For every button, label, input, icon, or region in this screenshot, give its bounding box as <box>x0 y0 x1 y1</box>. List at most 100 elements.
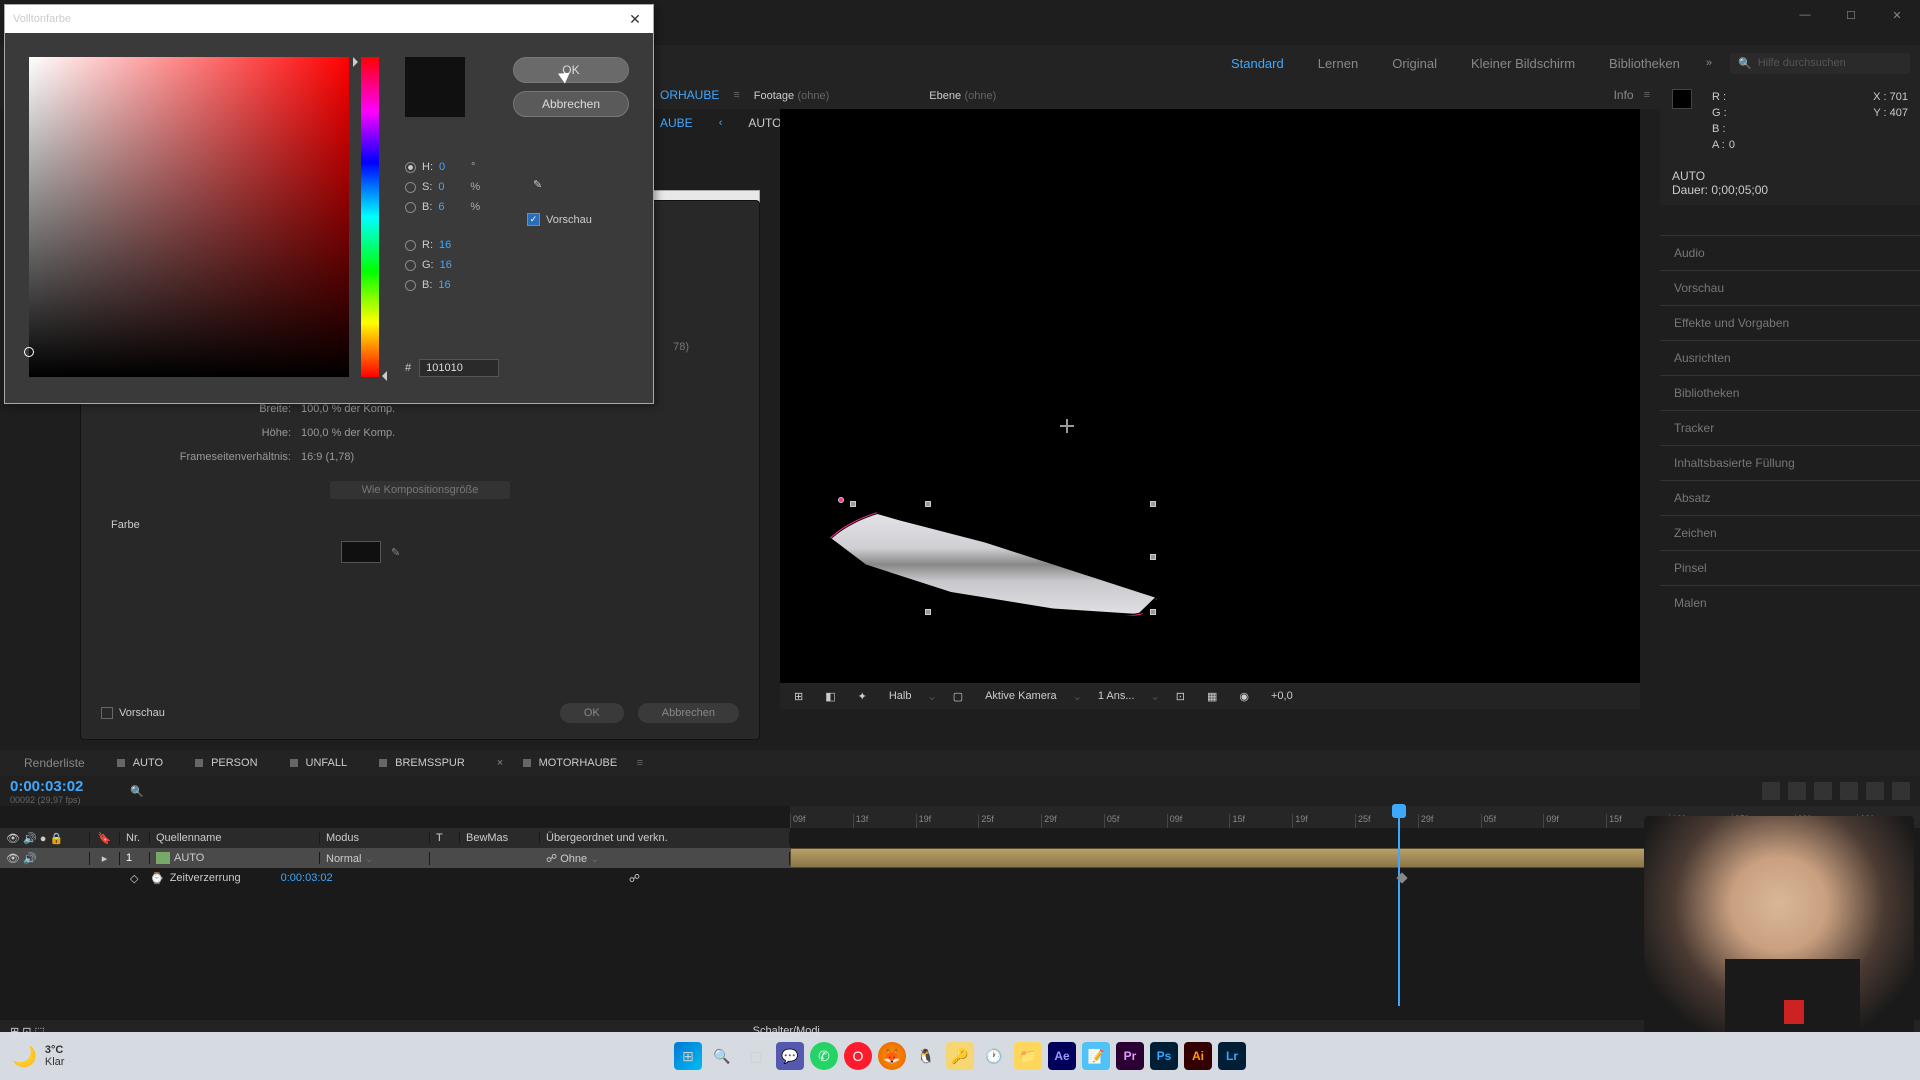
workspace-more-icon[interactable]: » <box>1706 57 1712 69</box>
s-radio[interactable] <box>405 182 416 193</box>
workspace-tab-bibliotheken[interactable]: Bibliotheken <box>1601 52 1688 75</box>
tl-tab-bremsspur[interactable]: BREMSSPUR <box>365 754 479 772</box>
composition-viewer[interactable]: ⊞ ◧ ✦ Halb ⌄ ▢ Aktive Kamera ⌄ 1 Ans... … <box>780 109 1640 709</box>
viewer-tool-icon[interactable]: ⊡ <box>1170 688 1191 705</box>
panel-effekte[interactable]: Effekte und Vorgaben <box>1660 305 1920 340</box>
b2-value[interactable]: 16 <box>438 279 464 291</box>
preview-checkbox[interactable]: Vorschau <box>101 707 165 719</box>
viewer-tool-icon[interactable]: ▦ <box>1201 688 1223 705</box>
viewer-tool-icon[interactable]: ▢ <box>947 688 969 705</box>
panel-malen[interactable]: Malen <box>1660 585 1920 620</box>
vertex-handle[interactable] <box>838 497 844 503</box>
firefox-icon[interactable]: 🦊 <box>878 1042 906 1070</box>
s-value[interactable]: 0 <box>438 181 464 193</box>
whatsapp-icon[interactable]: ✆ <box>810 1042 838 1070</box>
premiere-icon[interactable]: Pr <box>1116 1042 1144 1070</box>
workspace-tab-standard[interactable]: Standard <box>1223 52 1292 75</box>
b2-radio[interactable] <box>405 280 416 291</box>
workspace-tab-lernen[interactable]: Lernen <box>1310 52 1366 75</box>
panel-pinsel[interactable]: Pinsel <box>1660 550 1920 585</box>
app-icon[interactable]: 🐧 <box>912 1042 940 1070</box>
opera-icon[interactable]: O <box>844 1042 872 1070</box>
close-icon[interactable]: ✕ <box>625 9 645 29</box>
panel-bibliotheken[interactable]: Bibliotheken <box>1660 375 1920 410</box>
search-icon[interactable]: 🔍 <box>708 1042 736 1070</box>
g-value[interactable]: 16 <box>440 259 466 271</box>
weather-widget[interactable]: 🌙 3°C Klar <box>12 1044 64 1069</box>
r-value[interactable]: 16 <box>439 239 465 251</box>
b-value[interactable]: 6 <box>438 201 464 213</box>
taskview-icon[interactable]: ▢ <box>742 1042 770 1070</box>
teams-icon[interactable]: 💬 <box>776 1042 804 1070</box>
photoshop-icon[interactable]: Ps <box>1150 1042 1178 1070</box>
bbox-handle[interactable] <box>925 609 931 615</box>
hue-slider[interactable] <box>361 57 379 377</box>
solid-ok-button[interactable]: OK <box>560 703 624 723</box>
bbox-handle[interactable] <box>925 501 931 507</box>
time-remap-value[interactable]: 0:00:03:02 <box>281 872 333 884</box>
clock-icon[interactable]: 🕐 <box>980 1042 1008 1070</box>
panel-absatz[interactable]: Absatz <box>1660 480 1920 515</box>
solid-cancel-button[interactable]: Abbrechen <box>638 703 739 723</box>
help-search[interactable]: 🔍 Hilfe durchsuchen <box>1730 53 1910 74</box>
start-button[interactable]: ⊞ <box>674 1042 702 1070</box>
window-maximize[interactable]: ☐ <box>1828 0 1874 30</box>
timeline-search-icon[interactable]: 🔍 <box>130 785 160 798</box>
viewer-exposure[interactable]: +0,0 <box>1265 688 1299 704</box>
layer-shape[interactable] <box>815 504 1155 614</box>
panel-vorschau[interactable]: Vorschau <box>1660 270 1920 305</box>
solid-color-swatch[interactable] <box>341 541 381 563</box>
g-radio[interactable] <box>405 260 416 271</box>
panel-tracker[interactable]: Tracker <box>1660 410 1920 445</box>
ok-button[interactable]: OK <box>513 57 629 83</box>
layer-row[interactable]: 👁 🔊 ▸ 1 AUTO Normal ⌄ ☍ Ohne ⌄ <box>0 848 790 868</box>
viewer-resolution[interactable]: Halb <box>883 688 918 704</box>
panel-tab-ebene[interactable]: Ebene (ohne) <box>919 84 1006 106</box>
workspace-tab-original[interactable]: Original <box>1384 52 1445 75</box>
viewer-camera[interactable]: Aktive Kamera <box>979 688 1063 704</box>
viewer-views[interactable]: 1 Ans... <box>1092 688 1141 704</box>
app-icon[interactable]: 📝 <box>1082 1042 1110 1070</box>
property-row[interactable]: ◇ ⌚ Zeitverzerrung 0:00:03:02 ☍ <box>0 868 790 888</box>
viewer-tool-icon[interactable]: ◉ <box>1233 688 1255 705</box>
stopwatch-icon[interactable]: ⌚ <box>150 872 164 885</box>
panel-fuellung[interactable]: Inhaltsbasierte Füllung <box>1660 445 1920 480</box>
bbox-handle[interactable] <box>1150 554 1156 560</box>
tl-tab-motorhaube[interactable]: × MOTORHAUBE ≡ <box>483 753 657 773</box>
explorer-icon[interactable]: 📁 <box>1014 1042 1042 1070</box>
window-close[interactable]: ✕ <box>1874 0 1920 30</box>
panel-audio[interactable]: Audio <box>1660 235 1920 270</box>
tl-tool-icon[interactable] <box>1814 782 1832 800</box>
color-cursor[interactable] <box>24 347 34 357</box>
tl-tab-person[interactable]: PERSON <box>181 754 271 772</box>
tl-tool-icon[interactable] <box>1892 782 1910 800</box>
tl-tool-icon[interactable] <box>1788 782 1806 800</box>
current-time[interactable]: 0:00:03:02 00092 (29,97 fps) <box>0 774 130 809</box>
breadcrumb-aube[interactable]: AUBE <box>650 112 703 134</box>
viewer-tool-icon[interactable]: ✦ <box>852 688 873 705</box>
eyedropper-icon[interactable]: ✎ <box>533 178 551 196</box>
hex-input[interactable] <box>419 359 499 377</box>
bbox-handle[interactable] <box>1150 609 1156 615</box>
tl-tool-icon[interactable] <box>1762 782 1780 800</box>
playhead[interactable] <box>1398 806 1400 1006</box>
app-icon[interactable]: 🔑 <box>946 1042 974 1070</box>
preview-checkbox[interactable]: ✓ <box>527 213 540 226</box>
panel-tab-footage[interactable]: Footage (ohne) <box>744 84 840 106</box>
viewer-tool-icon[interactable]: ◧ <box>819 688 841 705</box>
window-minimize[interactable]: — <box>1782 0 1828 30</box>
illustrator-icon[interactable]: Ai <box>1184 1042 1212 1070</box>
panel-ausrichten[interactable]: Ausrichten <box>1660 340 1920 375</box>
comp-size-button[interactable]: Wie Kompositionsgröße <box>330 481 510 499</box>
bbox-handle[interactable] <box>1150 501 1156 507</box>
eyedropper-icon[interactable]: ✎ <box>391 546 400 559</box>
r-radio[interactable] <box>405 240 416 251</box>
viewer-tool-icon[interactable]: ⊞ <box>788 688 809 705</box>
after-effects-icon[interactable]: Ae <box>1048 1042 1076 1070</box>
h-radio[interactable] <box>405 162 416 173</box>
workspace-tab-kleiner[interactable]: Kleiner Bildschirm <box>1463 52 1583 75</box>
dialog-titlebar[interactable]: Volltonfarbe ✕ <box>5 5 653 33</box>
b-radio[interactable] <box>405 202 416 213</box>
tl-tool-icon[interactable] <box>1866 782 1884 800</box>
h-value[interactable]: 0 <box>439 161 465 173</box>
